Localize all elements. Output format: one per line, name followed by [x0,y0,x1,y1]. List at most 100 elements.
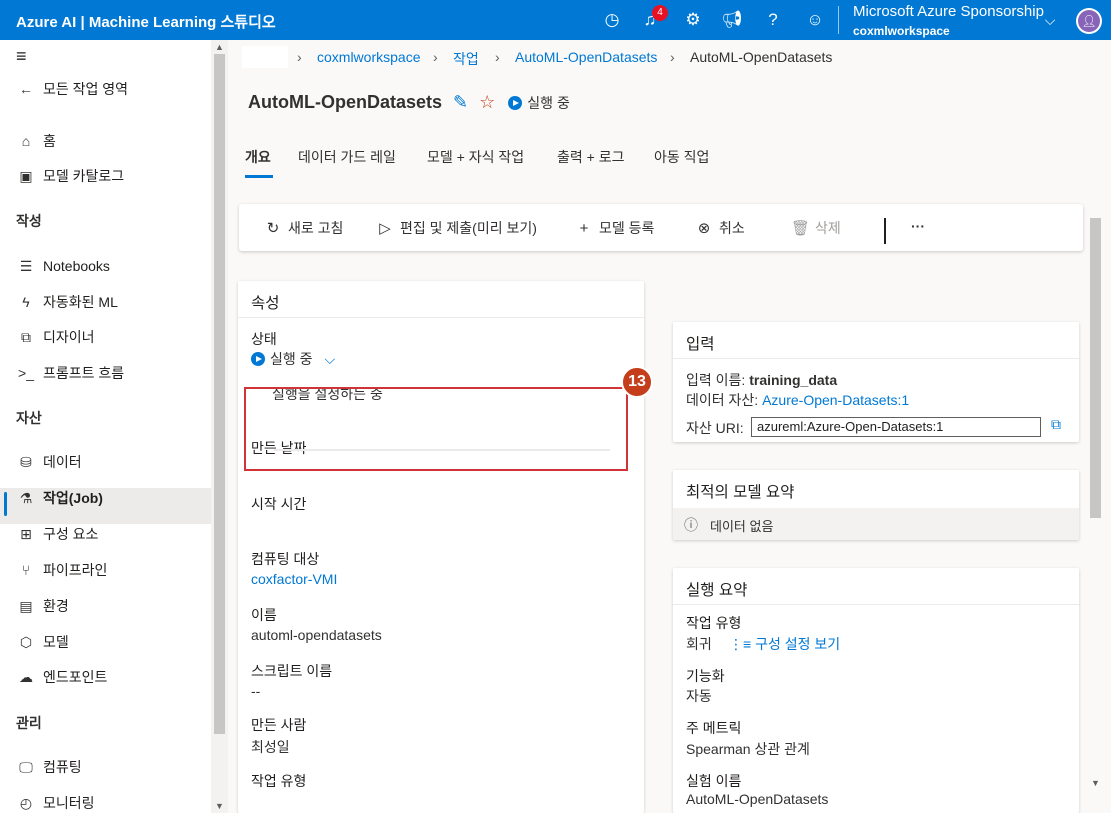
active-indicator [4,492,7,516]
sidebar-item-jobs[interactable]: ⚗ 작업(Job) [16,486,103,510]
compute-icon: 🖵︎ [19,759,33,775]
monitor-icon: ◴ [19,795,33,811]
edit-pencil-icon[interactable]: ✎ [453,92,468,112]
data-icon: ⛁ [20,454,32,470]
sidebar-item-models[interactable]: ⬡ 모델 [16,630,69,654]
chevron-right-icon: › [297,49,302,65]
sidebar-item-monitoring[interactable]: ◴ 모니터링 [16,791,95,813]
sidebar-item-label: 모든 작업 영역 [43,81,129,97]
scroll-thumb[interactable] [1090,218,1101,518]
scroll-down-icon[interactable]: ▼ [215,801,224,811]
gear-icon[interactable]: ⚙ [681,8,705,32]
start-time-label: 시작 시간 [251,496,307,512]
sidebar-item-label: 엔드포인트 [43,669,108,685]
cancel-button[interactable]: ⊗ 취소 [695,218,745,238]
compute-link[interactable]: coxfactor-VMI [251,571,337,587]
sidebar-item-home[interactable]: ⌂ 홈 [16,129,56,153]
sidebar-item-compute[interactable]: 🖵︎ 컴퓨팅 [16,755,82,779]
scroll-thumb[interactable] [214,54,225,734]
sidebar-item-label: 디자이너 [43,329,95,345]
hamburger-menu-icon[interactable]: ≡ [16,44,27,68]
content-scrollbar[interactable]: ▼ [1089,213,1102,793]
uri-field[interactable]: azureml:Azure-Open-Datasets:1 [751,417,1041,437]
delete-button[interactable]: 🗑︎ 삭제 [791,218,841,238]
status-badge: 실행 중 [508,95,570,111]
sidebar-item-pipelines[interactable]: ⑂ 파이프라인 [16,558,108,582]
register-model-button[interactable]: + 모델 등록 [575,218,655,238]
breadcrumb-workspace[interactable]: coxmlworkspace [317,49,420,65]
tab-outputs-logs[interactable]: 출력 + 로그 [557,147,624,167]
notification-badge: 4 [652,5,668,21]
input-name-value: training_data [749,372,838,388]
metric-label: 주 메트릭 [686,720,742,736]
play-outline-icon: ▷ [379,220,391,237]
jobtype-label: 작업 유형 [686,615,742,631]
info-icon: ⓘ [684,517,698,533]
sidebar-item-label: 컴퓨팅 [43,759,82,775]
breadcrumb-experiment[interactable]: AutoML-OpenDatasets [515,49,657,65]
highlight-box [244,387,628,471]
main-content: › coxmlworkspace › 작업 › AutoML-OpenDatas… [228,40,1099,813]
smiley-icon[interactable]: ☺ [803,8,827,32]
breadcrumb-jobs[interactable]: 작업 [453,49,479,69]
edit-submit-button[interactable]: ▷ 편집 및 제출(미리 보기) [376,218,537,238]
sidebar-item-automl[interactable]: ϟ 자동화된 ML [16,290,118,314]
properties-card: 속성 상태 실행 중 ⌵ 실행을 설정하는 중 만든 날짜 시작 시간 컴퓨팅 대… [238,281,644,813]
featurization-value: 자동 [686,688,712,704]
avatar[interactable]: 👤︎ [1076,8,1102,34]
chevron-down-icon[interactable]: ⌵ [325,351,336,367]
tab-data-guardrails[interactable]: 데이터 가드 레일 [298,147,396,167]
refresh-button[interactable]: ↻ 새로 고침 [264,218,344,238]
designer-icon: ⧉ [21,329,31,345]
sidebar-item-prompt-flow[interactable]: >_ 프롬프트 흐름 [16,361,124,385]
status-value[interactable]: 실행 중 ⌵ [251,349,335,369]
view-config-text: 구성 설정 보기 [755,636,841,652]
sidebar-item-endpoints[interactable]: ☁ 엔드포인트 [16,665,107,689]
dataset-link[interactable]: Azure-Open-Datasets:1 [762,392,909,408]
sidebar-item-environments[interactable]: ▤ 환경 [16,594,68,618]
workspace-name[interactable]: coxmlworkspace [853,24,950,38]
experiment-label: 실험 이름 [686,773,742,789]
trash-icon: 🗑︎ [791,220,811,237]
sidebar-item-components[interactable]: ⊞ 구성 요소 [16,522,98,546]
scroll-down-icon[interactable]: ▼ [1091,778,1100,788]
sidebar-item-designer[interactable]: ⧉ 디자이너 [16,325,95,349]
sidebar-item-label: 자동화된 ML [43,294,118,310]
app-title[interactable]: Azure AI | Machine Learning 스튜디오 [16,11,276,32]
dataset: 데이터 자산: Azure-Open-Datasets:1 [686,390,909,410]
tab-child-jobs[interactable]: 아동 직업 [654,147,709,167]
megaphone-icon[interactable]: 📢︎ [720,8,744,32]
home-icon: ⌂ [21,133,31,149]
notebook-icon: ☰ [19,258,33,274]
components-icon: ⊞ [20,526,32,542]
account-name[interactable]: Microsoft Azure Sponsorship [853,3,1044,20]
sidebar-item-all-workspaces[interactable]: ← 모든 작업 영역 [16,77,128,101]
jobtype-value: 회귀 [686,636,712,652]
endpoint-icon: ☁ [19,669,33,685]
view-config-link[interactable]: ⋮≡ 구성 설정 보기 [729,634,840,654]
star-icon[interactable]: ☆ [479,92,495,112]
top-bar: Azure AI | Machine Learning 스튜디오 ◷ ♫ 4 ⚙… [0,0,1111,40]
sidebar-item-label: 데이터 [43,454,82,470]
tab-models-child-jobs[interactable]: 모델 + 자식 작업 [427,147,524,167]
sidebar-item-notebooks[interactable]: ☰ Notebooks [16,254,110,278]
prompt-icon: >_ [18,365,34,381]
sidebar-scrollbar[interactable]: ▲ ▼ [211,40,228,813]
sidebar-item-model-catalog[interactable]: ▣ 모델 카탈로그 [16,164,124,188]
copy-icon[interactable]: ⧉ [1051,416,1061,433]
run-summary-title: 실행 요약 [686,582,748,599]
back-arrow-icon: ← [19,81,33,97]
tab-overview[interactable]: 개요 [245,147,271,167]
sidebar-item-data[interactable]: ⛁ 데이터 [16,450,82,474]
more-button[interactable]: ··· [911,218,925,234]
clock-icon[interactable]: ◷ [600,8,624,32]
best-model-title: 최적의 모델 요약 [686,484,795,501]
tab-underline [245,175,273,178]
run-summary-card: 실행 요약 작업 유형 회귀 ⋮≡ 구성 설정 보기 기능화 자동 주 메트릭 … [673,568,1079,813]
scroll-up-icon[interactable]: ▲ [215,42,224,52]
no-data-bar: ⓘ 데이터 없음 [673,508,1079,540]
input-name: 입력 이름: training_data [686,370,837,390]
chevron-down-icon[interactable]: ⌵ [1038,8,1062,32]
section-manage: 관리 [16,715,42,731]
help-icon[interactable]: ? [761,8,785,32]
